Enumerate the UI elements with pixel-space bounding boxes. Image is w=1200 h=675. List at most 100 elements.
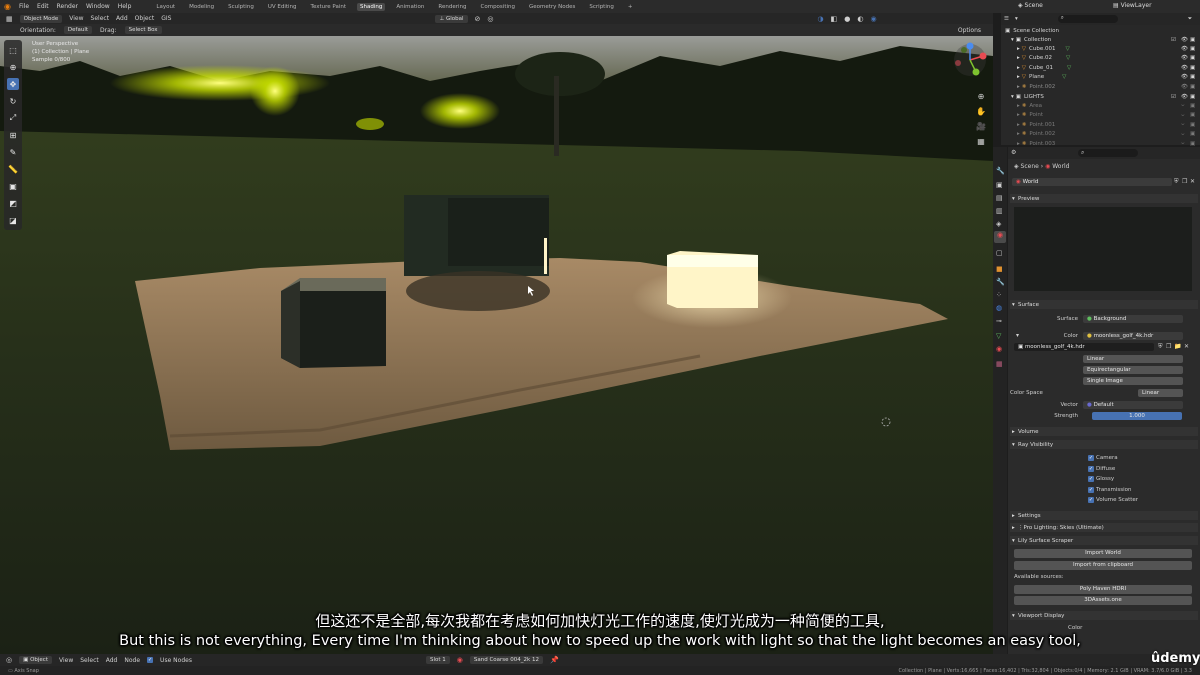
fake-user-icon[interactable]: ⛨ [1158,343,1163,351]
checkbox-icon[interactable]: ☑ [1171,37,1176,43]
outliner-row-light[interactable]: ▸ ✺ Area ⌣ ▣ [1001,101,1200,111]
strength-slider[interactable]: 1.000 [1092,412,1182,420]
snap-icon[interactable]: ⊘ [475,15,481,23]
poly-haven-button[interactable]: Poly Haven HDRI [1014,585,1192,594]
menu-edit[interactable]: Edit [37,3,49,10]
particles-tab-icon[interactable]: ⁘ [996,291,1002,299]
menu-file[interactable]: File [19,3,29,10]
render-tab-icon[interactable]: ▣ [996,181,1003,189]
expand-arrow-icon[interactable]: ▸ [1017,65,1020,71]
tab-sculpting[interactable]: Sculpting [225,3,257,11]
camera-render-icon[interactable]: ▣ [1190,131,1195,137]
camera-render-icon[interactable]: ▣ [1190,37,1195,43]
tab-modeling[interactable]: Modeling [186,3,217,11]
xray-icon[interactable]: ◧ [831,15,838,23]
visibility-eye-icon[interactable]: 👁 [1181,55,1188,61]
camera-checkbox[interactable]: ✓ [1088,455,1094,461]
use-nodes-checkbox[interactable]: ✓ [147,657,154,663]
fake-user-icon[interactable]: ⛨ [1174,178,1179,186]
outliner-row-light[interactable]: ▸ ✺ Point.001 ⌣ ▣ [1001,120,1200,130]
preview-section[interactable]: ▾ Preview [1010,194,1198,203]
visibility-eye-icon[interactable]: ⌣ [1181,121,1185,128]
expand-arrow-icon[interactable]: ▾ [1011,94,1014,100]
scale-tool-icon[interactable]: ⤢ [7,112,19,124]
outliner-row-object[interactable]: ▸ ▽ Cube.001 ▽ 👁 ▣ [1001,44,1200,54]
expand-arrow-icon[interactable]: ▸ [1017,74,1020,80]
lily-surface-scraper-section[interactable]: ▾ Lily Surface Scraper [1010,536,1198,545]
proportional-edit-icon[interactable]: ◎ [487,15,493,23]
navigation-gizmo[interactable] [950,40,990,80]
texture-tab-icon[interactable]: ▦ [996,360,1003,368]
extra-tool-icon[interactable]: ◩ [7,197,19,209]
drag-dropdown[interactable]: Select Box [124,26,162,34]
orientation-dropdown[interactable]: Default [63,26,93,34]
properties-editor-icon[interactable]: ⚙ [1011,149,1016,156]
mode-dropdown[interactable]: Object Mode [19,14,63,23]
tab-compositing[interactable]: Compositing [478,3,518,11]
pro-lighting-section[interactable]: ▸ ⋮ Pro Lighting: Skies (Ultimate) [1010,523,1198,532]
pin-icon[interactable]: 📌 [550,656,559,664]
camera-render-icon[interactable]: ▣ [1190,84,1195,90]
image-datablock[interactable]: ▣ moonless_golf_4k.hdr [1014,343,1154,351]
tab-uv-editing[interactable]: UV Editing [265,3,300,11]
menu-render[interactable]: Render [57,3,78,10]
outliner-search-input[interactable]: ⌕ [1057,15,1118,23]
constraints-tab-icon[interactable]: ⊸ [996,317,1002,325]
physics-tab-icon[interactable]: ◍ [996,304,1002,312]
world-datablock[interactable]: ◉ World [1012,178,1172,186]
modifier-tab-icon[interactable]: 🔧 [996,278,1005,286]
output-tab-icon[interactable]: ▤ [996,194,1003,202]
filter-icon[interactable]: ⏷ [1188,16,1192,23]
outliner-row-object[interactable]: ▸ ✺ Point.002 👁 ▣ [1001,82,1200,92]
zoom-icon[interactable]: ⊕ [978,92,985,101]
add-workspace-button[interactable]: + [625,3,636,11]
menu-add[interactable]: Add [106,657,118,664]
duplicate-icon[interactable]: ❐ [1182,178,1187,185]
visibility-eye-icon[interactable]: ⌣ [1181,131,1185,138]
camera-render-icon[interactable]: ▣ [1190,122,1195,128]
ray-visibility-section[interactable]: ▾ Ray Visibility [1010,440,1198,449]
surface-section[interactable]: ▾ Surface [1010,300,1198,309]
expand-arrow-icon[interactable]: ▸ [1017,84,1020,90]
menu-gis[interactable]: GIS [161,15,171,22]
cursor-tool-icon[interactable]: ⊕ [7,61,19,73]
grid-view-icon[interactable]: ▦ [977,137,985,146]
volume-scatter-checkbox[interactable]: ✓ [1088,497,1094,503]
shading-material-icon[interactable]: ◐ [857,15,863,23]
camera-render-icon[interactable]: ▣ [1190,103,1195,109]
outliner-row-object[interactable]: ▸ ▽ Cube.02 ▽ 👁 ▣ [1001,54,1200,64]
blender-logo-icon[interactable]: ◉ [4,2,11,11]
open-folder-icon[interactable]: 📁 [1174,343,1181,350]
interpolation-dropdown[interactable]: Linear [1083,355,1183,363]
duplicate-icon[interactable]: ❐ [1166,343,1171,350]
annotate-tool-icon[interactable]: ✎ [7,146,19,158]
tab-geometry-nodes[interactable]: Geometry Nodes [526,3,578,11]
tab-animation[interactable]: Animation [393,3,427,11]
camera-render-icon[interactable]: ▣ [1190,94,1195,100]
tab-texture-paint[interactable]: Texture Paint [308,3,350,11]
visibility-eye-icon[interactable]: ⌣ [1181,102,1185,109]
rotate-tool-icon[interactable]: ↻ [7,95,19,107]
expand-arrow-icon[interactable]: ▸ [1017,141,1020,147]
camera-render-icon[interactable]: ▣ [1190,112,1195,118]
options-dropdown[interactable]: Options [958,27,981,34]
menu-node[interactable]: Node [124,657,140,664]
measure-tool-icon[interactable]: 📏 [7,163,19,175]
view-layer-tab-icon[interactable]: ▥ [996,207,1003,215]
camera-view-icon[interactable]: 🎥 [976,122,986,131]
3d-viewport[interactable] [0,36,993,654]
expand-arrow-icon[interactable]: ▾ [1011,37,1014,43]
material-tab-icon[interactable]: ◉ [996,345,1002,353]
object-tab-icon[interactable]: ■ [996,265,1003,273]
tab-shading[interactable]: Shading [357,2,386,11]
transform-orientation-dropdown[interactable]: ⊥ Global [435,14,468,23]
menu-select[interactable]: Select [80,657,99,664]
editor-type-icon[interactable]: ▦ [6,15,13,23]
transmission-checkbox[interactable]: ✓ [1088,486,1094,493]
color-input-field[interactable]: ● moonless_golf_4k.hdr [1083,332,1183,340]
camera-render-icon[interactable]: ▣ [1190,74,1195,80]
pan-hand-icon[interactable]: ✋ [976,107,986,116]
overlay-icon[interactable]: ◑ [818,15,824,23]
color-space-dropdown[interactable]: Linear [1138,389,1183,397]
menu-window[interactable]: Window [86,3,110,10]
